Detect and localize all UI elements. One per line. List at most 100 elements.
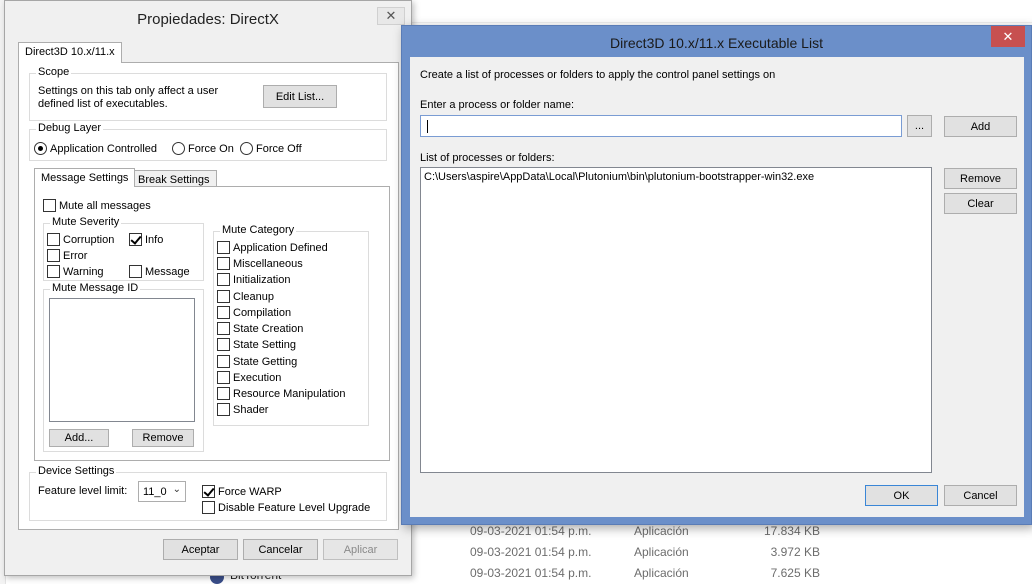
checkbox-checked-icon — [129, 233, 142, 246]
checkbox-corruption[interactable]: Corruption — [47, 232, 114, 247]
ok-button[interactable]: OK — [865, 485, 938, 506]
checkbox-message[interactable]: Message — [129, 264, 190, 279]
file-date: 09-03-2021 01:54 p.m. — [470, 545, 592, 559]
edit-list-button[interactable]: Edit List... — [263, 85, 337, 108]
checkbox-label: Force WARP — [218, 485, 282, 498]
checkbox-shader[interactable]: Shader — [217, 402, 268, 417]
checkbox-initialization[interactable]: Initialization — [217, 272, 290, 287]
mute-all-checkbox[interactable]: Mute all messages — [43, 198, 151, 213]
file-size: 7.625 KB — [770, 566, 820, 580]
checkbox-checked-icon — [202, 485, 215, 498]
file-size: 3.972 KB — [770, 545, 820, 559]
title-bar[interactable]: Propiedades: DirectX ✕ — [5, 1, 411, 37]
checkbox-label: State Setting — [233, 338, 296, 351]
radio-force-off[interactable]: Force Off — [240, 141, 302, 156]
remove-button[interactable]: Remove — [944, 168, 1017, 189]
close-icon: ✕ — [385, 8, 397, 23]
checkbox-warning[interactable]: Warning — [47, 264, 104, 279]
executable-list-window: Direct3D 10.x/11.x Executable List ✕ Cre… — [401, 25, 1032, 525]
window-title: Direct3D 10.x/11.x Executable List — [610, 35, 823, 51]
checkbox-cleanup[interactable]: Cleanup — [217, 289, 274, 304]
list-item[interactable]: C:\Users\aspire\AppData\Local\Plutonium\… — [424, 171, 814, 183]
dialog-client-area: Create a list of processes or folders to… — [410, 57, 1024, 517]
radio-application-controlled[interactable]: Application Controlled — [34, 141, 157, 156]
force-warp-checkbox[interactable]: Force WARP — [202, 484, 282, 499]
feature-level-select[interactable]: 11_0 ⌄ — [138, 481, 186, 502]
close-button[interactable]: ✕ — [377, 7, 405, 25]
radio-icon — [240, 142, 253, 155]
checkbox-icon — [217, 306, 230, 319]
mute-severity-group: Mute Severity Corruption Info Error Warn… — [43, 216, 204, 281]
instructions-text: Create a list of processes or folders to… — [420, 69, 776, 81]
checkbox-label: State Creation — [233, 322, 304, 335]
list-label: List of processes or folders: — [420, 152, 555, 164]
checkbox-label: Error — [63, 249, 88, 262]
process-list[interactable]: C:\Users\aspire\AppData\Local\Plutonium\… — [420, 167, 932, 473]
checkbox-icon — [129, 265, 142, 278]
checkbox-label: Warning — [63, 265, 104, 278]
checkbox-miscellaneous[interactable]: Miscellaneous — [217, 256, 303, 271]
checkbox-icon — [217, 273, 230, 286]
radio-label: Application Controlled — [50, 142, 158, 155]
add-message-id-button[interactable]: Add... — [49, 429, 109, 447]
message-id-list[interactable] — [49, 298, 195, 422]
checkbox-label: Compilation — [233, 306, 292, 319]
file-row[interactable]: 09-03-2021 01:54 p.m. Aplicación 17.834 … — [470, 522, 830, 542]
chevron-down-icon: ⌄ — [172, 484, 181, 495]
tab-direct3d[interactable]: Direct3D 10.x/11.x — [18, 42, 122, 63]
process-name-input[interactable] — [420, 115, 902, 137]
file-row[interactable]: 09-03-2021 01:54 p.m. Aplicación 3.972 K… — [470, 543, 830, 563]
apply-button[interactable]: Aplicar — [323, 539, 398, 560]
checkbox-label: Mute all messages — [59, 199, 151, 212]
tab-message-settings[interactable]: Message Settings — [34, 168, 136, 187]
feature-level-value: 11_0 — [143, 485, 167, 498]
checkbox-state-setting[interactable]: State Setting — [217, 337, 296, 352]
remove-message-id-button[interactable]: Remove — [132, 429, 194, 447]
file-date: 09-03-2021 01:54 p.m. — [470, 566, 592, 580]
cancel-button[interactable]: Cancel — [944, 485, 1017, 506]
checkbox-compilation[interactable]: Compilation — [217, 305, 291, 320]
checkbox-label: Disable Feature Level Upgrade — [218, 501, 371, 514]
radio-icon — [172, 142, 185, 155]
file-type: Aplicación — [634, 545, 689, 559]
cancel-button[interactable]: Cancelar — [243, 539, 318, 560]
checkbox-icon — [217, 355, 230, 368]
checkbox-label: Shader — [233, 403, 269, 416]
debug-layer-label: Debug Layer — [36, 122, 103, 134]
scope-description: defined list of executables. — [38, 98, 168, 110]
directx-properties-window: Propiedades: DirectX ✕ Direct3D 10.x/11.… — [4, 0, 412, 576]
mute-category-group: Mute Category Application Defined Miscel… — [213, 224, 369, 426]
close-icon: ✕ — [1002, 28, 1014, 44]
close-button[interactable]: ✕ — [991, 26, 1025, 47]
mute-severity-label: Mute Severity — [50, 216, 122, 228]
file-row[interactable]: 09-03-2021 01:54 p.m. Aplicación 7.625 K… — [470, 564, 830, 584]
checkbox-label: Cleanup — [233, 290, 274, 303]
checkbox-error[interactable]: Error — [47, 248, 87, 263]
checkbox-info[interactable]: Info — [129, 232, 163, 247]
file-type: Aplicación — [634, 524, 689, 538]
checkbox-application-defined[interactable]: Application Defined — [217, 240, 328, 255]
device-settings-group: Device Settings Feature level limit: 11_… — [29, 465, 387, 521]
checkbox-icon — [217, 403, 230, 416]
checkbox-icon — [217, 338, 230, 351]
add-button[interactable]: Add — [944, 116, 1017, 137]
checkbox-resource-manipulation[interactable]: Resource Manipulation — [217, 386, 346, 401]
checkbox-icon — [47, 233, 60, 246]
disable-feature-level-upgrade-checkbox[interactable]: Disable Feature Level Upgrade — [202, 500, 370, 515]
checkbox-icon — [217, 322, 230, 335]
radio-force-on[interactable]: Force On — [172, 141, 234, 156]
tab-break-settings[interactable]: Break Settings — [131, 170, 217, 187]
checkbox-label: Info — [145, 233, 164, 246]
tab-panel: Scope Settings on this tab only affect a… — [18, 62, 399, 530]
browse-button[interactable]: ... — [907, 115, 932, 137]
accept-button[interactable]: Aceptar — [163, 539, 238, 560]
explorer-divider — [410, 22, 1032, 23]
checkbox-state-getting[interactable]: State Getting — [217, 354, 297, 369]
clear-button[interactable]: Clear — [944, 193, 1017, 214]
file-size: 17.834 KB — [763, 524, 820, 538]
file-date: 09-03-2021 01:54 p.m. — [470, 524, 592, 538]
checkbox-label: State Getting — [233, 355, 298, 368]
checkbox-state-creation[interactable]: State Creation — [217, 321, 303, 336]
feature-level-label: Feature level limit: — [38, 485, 128, 497]
checkbox-execution[interactable]: Execution — [217, 370, 281, 385]
